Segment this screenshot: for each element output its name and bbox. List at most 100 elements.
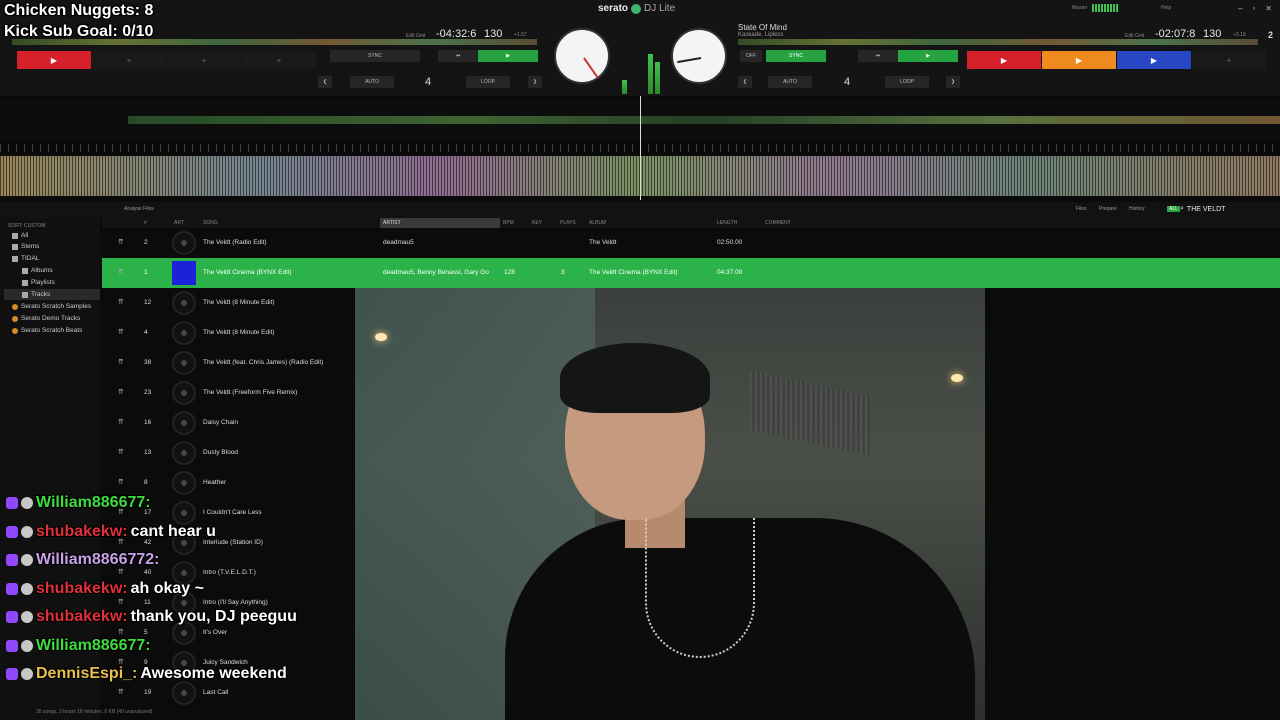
left-cue-pad-2[interactable]: + <box>92 51 166 69</box>
albums-icon <box>22 267 28 274</box>
track-number: 38 <box>144 359 152 366</box>
track-length: 04:37.00 <box>717 269 743 276</box>
sidebar-item-demo-tracks[interactable]: Serato Demo Tracks <box>12 313 80 324</box>
left-platter-marker <box>583 57 599 79</box>
left-cue-pad-3[interactable]: + <box>167 51 241 69</box>
prepare-button[interactable]: Prepare <box>1099 206 1117 212</box>
right-track-overview[interactable] <box>738 39 1258 45</box>
table-row[interactable]: ⇈ 1 The Veldt Cinema (BYNX Edit) deadmau5, … <box>102 258 1280 288</box>
right-loop-length: 4 <box>844 76 851 88</box>
album-art <box>172 381 196 405</box>
close-icon[interactable]: ✕ <box>1265 4 1272 13</box>
left-sync-button[interactable]: SYNC <box>330 50 420 62</box>
right-loop-prev[interactable]: ❮ <box>738 76 752 88</box>
sidebar-label: Albums <box>31 267 53 274</box>
cue-icon: ⇈ <box>118 329 124 336</box>
right-cue-pad-2[interactable]: ▶ <box>1042 51 1116 69</box>
subscriber-badge-icon <box>21 497 33 509</box>
sidebar-label: Tracks <box>31 291 51 298</box>
search-input[interactable]: THE VELDT <box>1187 206 1226 213</box>
right-platter[interactable] <box>671 28 727 84</box>
right-cue-button[interactable]: ⏮ <box>858 50 898 62</box>
chat-text: thank you, DJ peeguu <box>130 608 297 625</box>
track-song: The Veldt (Radio Edit) <box>203 239 267 246</box>
sidebar-item-albums[interactable]: Albums <box>22 265 53 276</box>
left-loop-prev[interactable]: ❮ <box>318 76 332 88</box>
album-art <box>172 411 196 435</box>
right-loop-button[interactable]: LOOP <box>885 76 929 88</box>
history-button[interactable]: History <box>1129 206 1145 212</box>
col-artist[interactable]: ARTIST <box>383 220 401 226</box>
chat-message: William8866772: <box>6 547 162 573</box>
col-album[interactable]: ALBUM <box>589 220 606 226</box>
left-waveform-band <box>128 116 1280 124</box>
search-field[interactable]: ⌕ THE VELDT <box>1180 205 1225 213</box>
help-menu[interactable]: Help <box>1161 5 1171 11</box>
waveform-display[interactable] <box>0 96 1280 200</box>
twitch-badge-icon <box>6 554 18 566</box>
album-art <box>172 261 196 285</box>
track-song: The Veldt (8 Minute Edit) <box>203 329 275 336</box>
maximize-icon[interactable]: ▫ <box>1252 4 1255 13</box>
sidebar-item-stems[interactable]: Stems <box>12 241 39 252</box>
minimize-icon[interactable]: – <box>1238 4 1242 13</box>
right-deck-artist: Kaskade, Lipless <box>738 32 784 38</box>
sidebar-item-tidal[interactable]: TIDAL <box>12 253 39 264</box>
album-art <box>172 291 196 315</box>
cue-icon: ⇈ <box>118 269 124 276</box>
col-key[interactable]: KEY <box>532 220 542 226</box>
sidebar-item-all[interactable]: All <box>12 230 28 241</box>
left-loop-next[interactable]: ❯ <box>528 76 542 88</box>
album-art <box>172 471 196 495</box>
left-loop-button[interactable]: LOOP <box>466 76 510 88</box>
col-song[interactable]: SONG <box>203 220 218 226</box>
chat-username: DennisEspi_: <box>36 665 138 682</box>
subscriber-badge-icon <box>21 668 33 680</box>
col-bpm[interactable]: BPM <box>503 220 514 226</box>
col-number[interactable]: # <box>144 220 147 226</box>
subscriber-badge-icon <box>21 525 33 538</box>
right-cue-pad-1[interactable]: ▶ <box>967 51 1041 69</box>
left-cue-button[interactable]: ⏮ <box>438 50 478 62</box>
left-bpm-offset: +1.57 <box>514 32 527 38</box>
chat-username: shubakekw: <box>36 608 128 625</box>
tracks-icon <box>22 291 28 298</box>
ceiling-light <box>375 333 387 341</box>
right-loop-next[interactable]: ❯ <box>946 76 960 88</box>
col-art[interactable]: ART <box>174 220 184 226</box>
col-length[interactable]: LENGTH <box>717 220 737 226</box>
crate-icon <box>12 327 18 334</box>
right-sync-button[interactable]: SYNC <box>766 50 826 62</box>
subscriber-badge-icon <box>21 639 33 652</box>
crate-icon <box>12 303 18 310</box>
right-cue-pad-4[interactable]: + <box>1192 51 1266 69</box>
left-platter[interactable] <box>554 28 610 84</box>
library-toolbar: Analyse Files Files Prepare History ALL … <box>0 202 1280 218</box>
table-row[interactable]: ⇈ 2 The Veldt (Radio Edit) deadmau5 The Veld… <box>102 228 1280 258</box>
left-auto-loop[interactable]: AUTO <box>350 76 394 88</box>
left-play-button[interactable]: ▶ <box>478 50 538 62</box>
right-play-button[interactable]: ▶ <box>898 50 958 62</box>
left-cue-pad-4[interactable]: + <box>242 51 316 69</box>
right-auto-loop[interactable]: AUTO <box>768 76 812 88</box>
track-song: The Veldt (8 Minute Edit) <box>203 299 275 306</box>
analyse-files-button[interactable]: Analyse Files <box>124 206 154 212</box>
twitch-badge-icon <box>6 582 18 595</box>
track-length: 02:50.00 <box>717 239 743 246</box>
sidebar-item-scratch-beats[interactable]: Serato Scratch Beats <box>12 325 82 336</box>
sidebar-item-scratch-samples[interactable]: Serato Scratch Samples <box>12 301 91 312</box>
right-cue-pad-3[interactable]: ▶ <box>1117 51 1191 69</box>
left-cue-pad-1[interactable]: ▶ <box>17 51 91 69</box>
sidebar-item-tracks[interactable]: Tracks <box>4 289 100 300</box>
chicken-nuggets-counter: Chicken Nuggets: 8 <box>4 2 154 19</box>
person-hair <box>560 343 710 413</box>
files-button[interactable]: Files <box>1076 206 1087 212</box>
col-comment[interactable]: COMMENT <box>765 220 791 226</box>
chat-username: shubakekw: <box>36 579 128 597</box>
all-filter-button[interactable]: ALL <box>1167 206 1180 212</box>
twitch-badge-icon <box>6 611 18 623</box>
sidebar-item-playlists[interactable]: Playlists <box>22 277 55 288</box>
right-off-button[interactable]: OFF <box>740 50 762 62</box>
col-plays[interactable]: PLAYS <box>560 220 576 226</box>
track-song: Daisy Chain <box>203 419 239 426</box>
